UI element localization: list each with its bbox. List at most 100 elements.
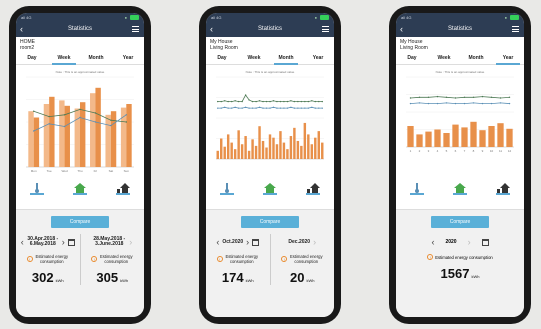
next-arrow-icon[interactable]: ›: [468, 237, 471, 247]
compare-columns: ‹ 30.Apr.2018 - 6.May.2018 › ! Estimated en…: [16, 234, 144, 285]
menu-icon[interactable]: [512, 26, 519, 32]
chart-note: Note : This is an approximated value: [246, 70, 295, 74]
x-tick-label: Tue: [47, 169, 52, 173]
tab-week[interactable]: Week: [48, 53, 80, 65]
chart-note: Note : This is an approximated value: [56, 70, 105, 74]
tab-day[interactable]: Day: [206, 53, 238, 64]
tab-month[interactable]: Month: [460, 53, 492, 64]
series-point: [276, 107, 278, 109]
house-device-icon[interactable]: [305, 181, 321, 195]
series-point: [463, 96, 466, 98]
tab-year[interactable]: Year: [492, 53, 524, 65]
home-icon[interactable]: [72, 181, 88, 195]
tab-month[interactable]: Month: [80, 53, 112, 64]
series-line: [410, 96, 510, 99]
bar: [233, 149, 237, 159]
bar: [282, 142, 286, 159]
series-point: [244, 106, 247, 109]
menu-icon[interactable]: [322, 26, 329, 32]
calendar-icon[interactable]: [67, 238, 75, 246]
series-point: [318, 100, 320, 103]
house-device-icon[interactable]: [115, 181, 131, 195]
bar: [279, 131, 282, 159]
home-icon[interactable]: [262, 181, 278, 195]
bar: [470, 121, 477, 147]
wifi-icon: ●: [314, 15, 317, 20]
series-point: [217, 100, 219, 103]
compare-button[interactable]: Compare: [241, 216, 299, 228]
bar: [461, 127, 468, 147]
x-tick-label: 11: [499, 149, 502, 153]
compare-columns: ‹ Oct.2020 › ! Estimated energy consumption…: [206, 234, 334, 285]
tab-day[interactable]: Day: [16, 53, 48, 64]
next-arrow-icon[interactable]: ›: [246, 237, 249, 247]
bar: [434, 129, 441, 147]
bar: [452, 124, 459, 147]
next-arrow-icon[interactable]: ›: [313, 237, 316, 247]
estimate-label-row: ! Estimated energy consumption: [271, 254, 335, 264]
series-line: [410, 102, 510, 104]
house-device-icon[interactable]: [495, 181, 511, 195]
bar: [80, 102, 86, 167]
page-title: Statistics: [257, 26, 282, 32]
device-icons: [206, 181, 334, 195]
bar: [272, 137, 275, 159]
series-point: [409, 102, 412, 105]
bar: [314, 137, 317, 159]
location-room: Living Room: [400, 45, 428, 51]
series-point: [283, 100, 285, 103]
bar: [321, 142, 324, 159]
series-point: [300, 100, 303, 103]
tab-month[interactable]: Month: [270, 53, 302, 65]
energy-value: 174 kWh: [206, 270, 270, 285]
next-arrow-icon[interactable]: ›: [129, 237, 132, 247]
energy-unit: kWh: [55, 278, 64, 283]
tab-day[interactable]: Day: [396, 53, 428, 64]
bar: [43, 104, 50, 167]
back-icon[interactable]: ‹: [20, 22, 23, 37]
bar: [293, 127, 296, 159]
battery-icon: [320, 15, 329, 20]
period-a: ‹ 30.Apr.2018 - 6.May.2018 › ! Estimated en…: [16, 234, 80, 285]
back-icon[interactable]: ‹: [400, 22, 403, 37]
page-title: Statistics: [67, 26, 92, 32]
period-tabs: Day Week Month Year: [16, 53, 144, 65]
calendar-icon[interactable]: [481, 238, 489, 246]
series-point: [227, 100, 229, 103]
series-point: [499, 97, 502, 99]
prev-arrow-icon[interactable]: ‹: [216, 237, 219, 247]
tab-year[interactable]: Year: [112, 53, 144, 64]
series-point: [48, 115, 50, 118]
chart-note: Note : This is an approximated value: [436, 70, 485, 74]
thermometer-icon[interactable]: [409, 181, 425, 195]
tab-week[interactable]: Week: [238, 53, 270, 64]
x-tick-label: 9: [482, 149, 484, 153]
series-point: [230, 100, 233, 103]
prev-arrow-icon[interactable]: ‹: [21, 237, 24, 247]
bar: [226, 134, 230, 159]
compare-button[interactable]: Compare: [51, 216, 109, 228]
compare-button[interactable]: Compare: [431, 216, 489, 228]
series-point: [272, 106, 275, 109]
series-point: [318, 107, 320, 109]
next-arrow-icon[interactable]: ›: [62, 237, 65, 247]
calendar-icon[interactable]: [252, 238, 260, 246]
home-icon[interactable]: [452, 181, 468, 195]
page-title: Statistics: [447, 26, 472, 32]
series-point: [244, 94, 247, 96]
thermometer-icon[interactable]: [219, 181, 235, 195]
back-icon[interactable]: ‹: [210, 22, 213, 37]
bar: [488, 126, 495, 147]
series-point: [125, 121, 127, 123]
battery-icon: [130, 15, 139, 20]
estimate-label-row: ! Estimated energy consumption: [396, 254, 524, 260]
tab-year[interactable]: Year: [302, 53, 334, 64]
thermometer-icon[interactable]: [29, 181, 45, 195]
prev-arrow-icon[interactable]: ‹: [431, 237, 434, 247]
tab-week[interactable]: Week: [428, 53, 460, 64]
energy-chart: Note : This is an approximated value 123…: [400, 67, 520, 177]
bar: [251, 139, 254, 159]
menu-icon[interactable]: [132, 26, 139, 32]
series-point: [481, 95, 484, 98]
week-chart-svg: Note : This is an approximated value Mon…: [26, 70, 134, 173]
